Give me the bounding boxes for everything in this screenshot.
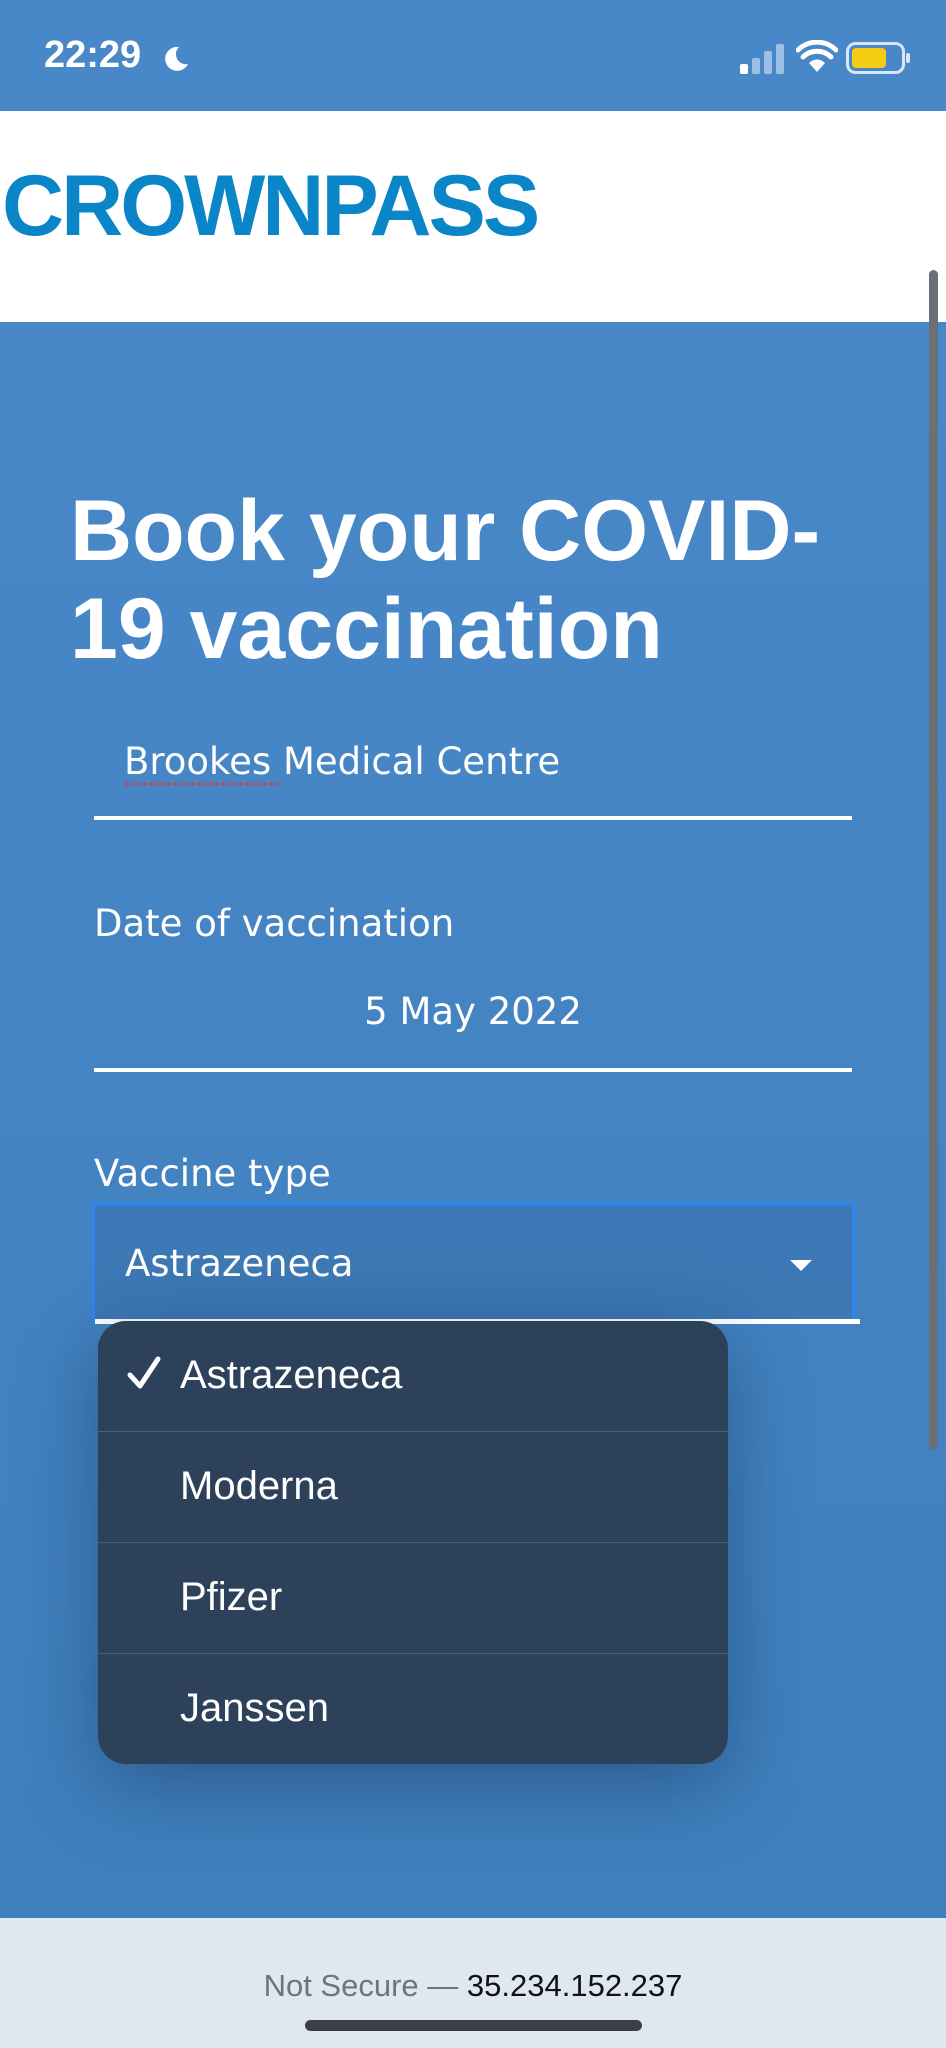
vaccine-type-label: Vaccine type <box>94 1152 331 1195</box>
clinic-field[interactable]: Brookes Medical Centre <box>124 740 560 783</box>
option-moderna[interactable]: Moderna <box>98 1432 728 1543</box>
date-field-underline <box>94 1068 852 1072</box>
browser-address-bar[interactable]: Not Secure — 35.234.152.237 <box>0 1918 946 2048</box>
option-janssen[interactable]: Janssen <box>98 1654 728 1764</box>
scrollbar[interactable] <box>929 270 938 1450</box>
crownpass-logo[interactable]: CROWNPASS <box>2 163 540 249</box>
moon-icon <box>165 46 188 71</box>
checkmark-icon <box>127 1356 161 1389</box>
option-label: Pfizer <box>180 1575 283 1619</box>
site-header: CROWNPASS <box>0 111 946 322</box>
status-bar: 22:29 <box>0 0 946 111</box>
vaccine-type-select[interactable]: Astrazeneca <box>91 1202 860 1324</box>
url-host: 35.234.152.237 <box>466 1968 683 2003</box>
status-time: 22:29 <box>44 34 142 76</box>
page-title: Book your COVID-19 vaccination <box>70 483 821 677</box>
spellcheck-underline <box>124 782 280 786</box>
option-astrazeneca[interactable]: Astrazeneca <box>98 1321 728 1432</box>
option-label: Astrazeneca <box>180 1353 403 1397</box>
date-label: Date of vaccination <box>94 902 455 945</box>
option-label: Moderna <box>180 1464 338 1508</box>
option-label: Janssen <box>180 1686 329 1730</box>
option-pfizer[interactable]: Pfizer <box>98 1543 728 1654</box>
battery-icon <box>846 42 910 74</box>
security-indicator: Not Secure — <box>263 1968 459 2003</box>
cellular-signal-icon <box>740 44 784 74</box>
caret-down-icon <box>790 1260 812 1271</box>
url-display[interactable]: Not Secure — 35.234.152.237 <box>0 1968 946 2004</box>
vaccine-type-value: Astrazeneca <box>125 1242 354 1285</box>
clinic-field-underline <box>94 816 852 820</box>
home-indicator[interactable] <box>305 2020 642 2031</box>
vaccine-options-menu: Astrazeneca Moderna Pfizer Janssen <box>98 1321 728 1764</box>
date-field[interactable]: 5 May 2022 <box>0 990 946 1033</box>
wifi-icon <box>796 40 838 72</box>
